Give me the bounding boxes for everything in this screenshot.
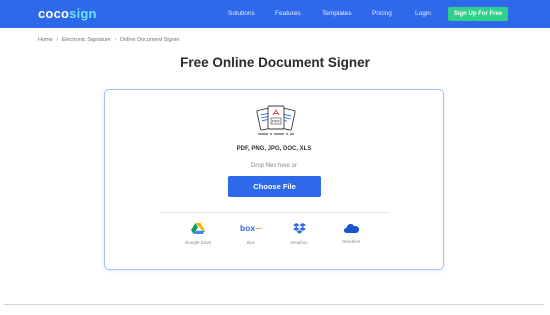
supported-formats: PDF, PNG, JPG, DOC, XLS (236, 146, 312, 152)
cocosign-logo[interactable]: cocosign (38, 6, 97, 22)
svg-text:box: box (240, 223, 255, 233)
google-drive-icon (191, 223, 205, 234)
page-title: Free Online Document Signer (180, 55, 370, 70)
nav-pricing[interactable]: Pricing (372, 10, 392, 18)
pdf-badge: PDF (272, 119, 281, 124)
box-source[interactable]: box Box (229, 223, 273, 246)
nav-templates[interactable]: Templates (322, 10, 352, 18)
source-label: Box (247, 240, 255, 245)
choose-file-button[interactable]: Choose File (228, 176, 321, 197)
upload-dropzone[interactable]: PDF PDF, PNG, JPG, DOC, XLS Drop files h… (104, 89, 444, 270)
breadcrumb-home[interactable]: Home (38, 37, 53, 43)
nav-solutions[interactable]: Solutions (228, 10, 255, 18)
source-label: Onedrive (341, 239, 361, 244)
onedrive-source[interactable]: Onedrive (329, 223, 373, 245)
top-navbar: cocosign Solutions Features Templates Pr… (0, 0, 550, 28)
nav-login[interactable]: Login (415, 10, 431, 18)
box-icon: box (240, 223, 261, 233)
drop-hint-text: Drop files here or (250, 163, 298, 169)
breadcrumb-current: Online Document Signer (119, 37, 180, 43)
breadcrumb-separator: › (114, 37, 117, 43)
logo-text-part2: sign (69, 6, 97, 21)
onedrive-icon (343, 224, 359, 233)
dropbox-source[interactable]: Dropbox (277, 223, 321, 246)
dropbox-icon (292, 223, 306, 234)
google-drive-source[interactable]: Google Drive (176, 223, 220, 246)
breadcrumb-separator: › (56, 37, 59, 43)
breadcrumb-electronic-signature[interactable]: Electronic Signature (62, 37, 111, 43)
document-files-icon: PDF (256, 105, 296, 135)
logo-text-part1: coco (38, 6, 70, 21)
sign-up-button[interactable]: Sign Up For Free (448, 7, 508, 21)
divider (160, 212, 388, 213)
nav-features[interactable]: Features (275, 10, 301, 18)
footer-divider (4, 304, 544, 305)
source-label: Google Drive (184, 240, 212, 245)
breadcrumb: Home › Electronic Signature › Online Doc… (38, 37, 180, 44)
source-label: Dropbox (290, 240, 308, 245)
